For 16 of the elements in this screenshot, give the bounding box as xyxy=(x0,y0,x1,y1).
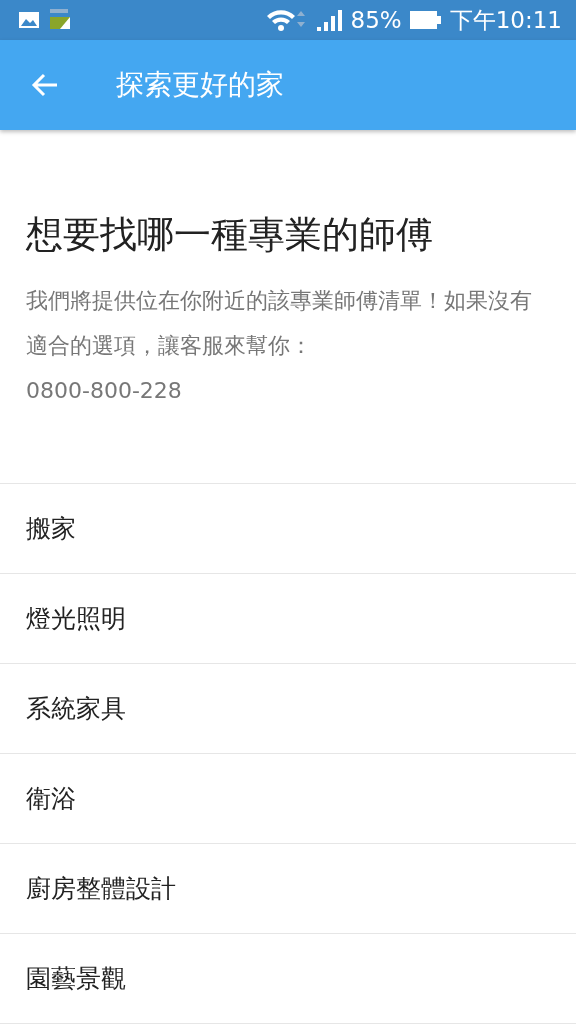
battery-percent: 85% xyxy=(350,7,402,33)
clock: 下午10:11 xyxy=(449,5,562,35)
app-bar-title: 探索更好的家 xyxy=(116,67,284,103)
category-item[interactable]: 園藝景觀 xyxy=(0,934,576,1024)
data-icon xyxy=(48,9,72,31)
phone-number: 0800-800-228 xyxy=(26,377,183,405)
category-item[interactable]: 系統家具 xyxy=(0,664,576,754)
category-item[interactable]: 搬家 xyxy=(0,484,576,574)
description: 我們將提供位在你附近的該專業師傅清單！如果沒有適合的選項，讓客服來幫你： xyxy=(26,287,533,360)
image-icon xyxy=(18,11,40,29)
category-item[interactable]: 燈光照明 xyxy=(0,574,576,664)
battery-icon xyxy=(409,10,442,30)
category-item[interactable]: 廚房整體設計 xyxy=(0,844,576,934)
category-item[interactable]: 衛浴 xyxy=(0,754,576,844)
signal-icon xyxy=(316,9,343,31)
heading: 想要找哪一種專業的師傅 xyxy=(26,212,434,258)
